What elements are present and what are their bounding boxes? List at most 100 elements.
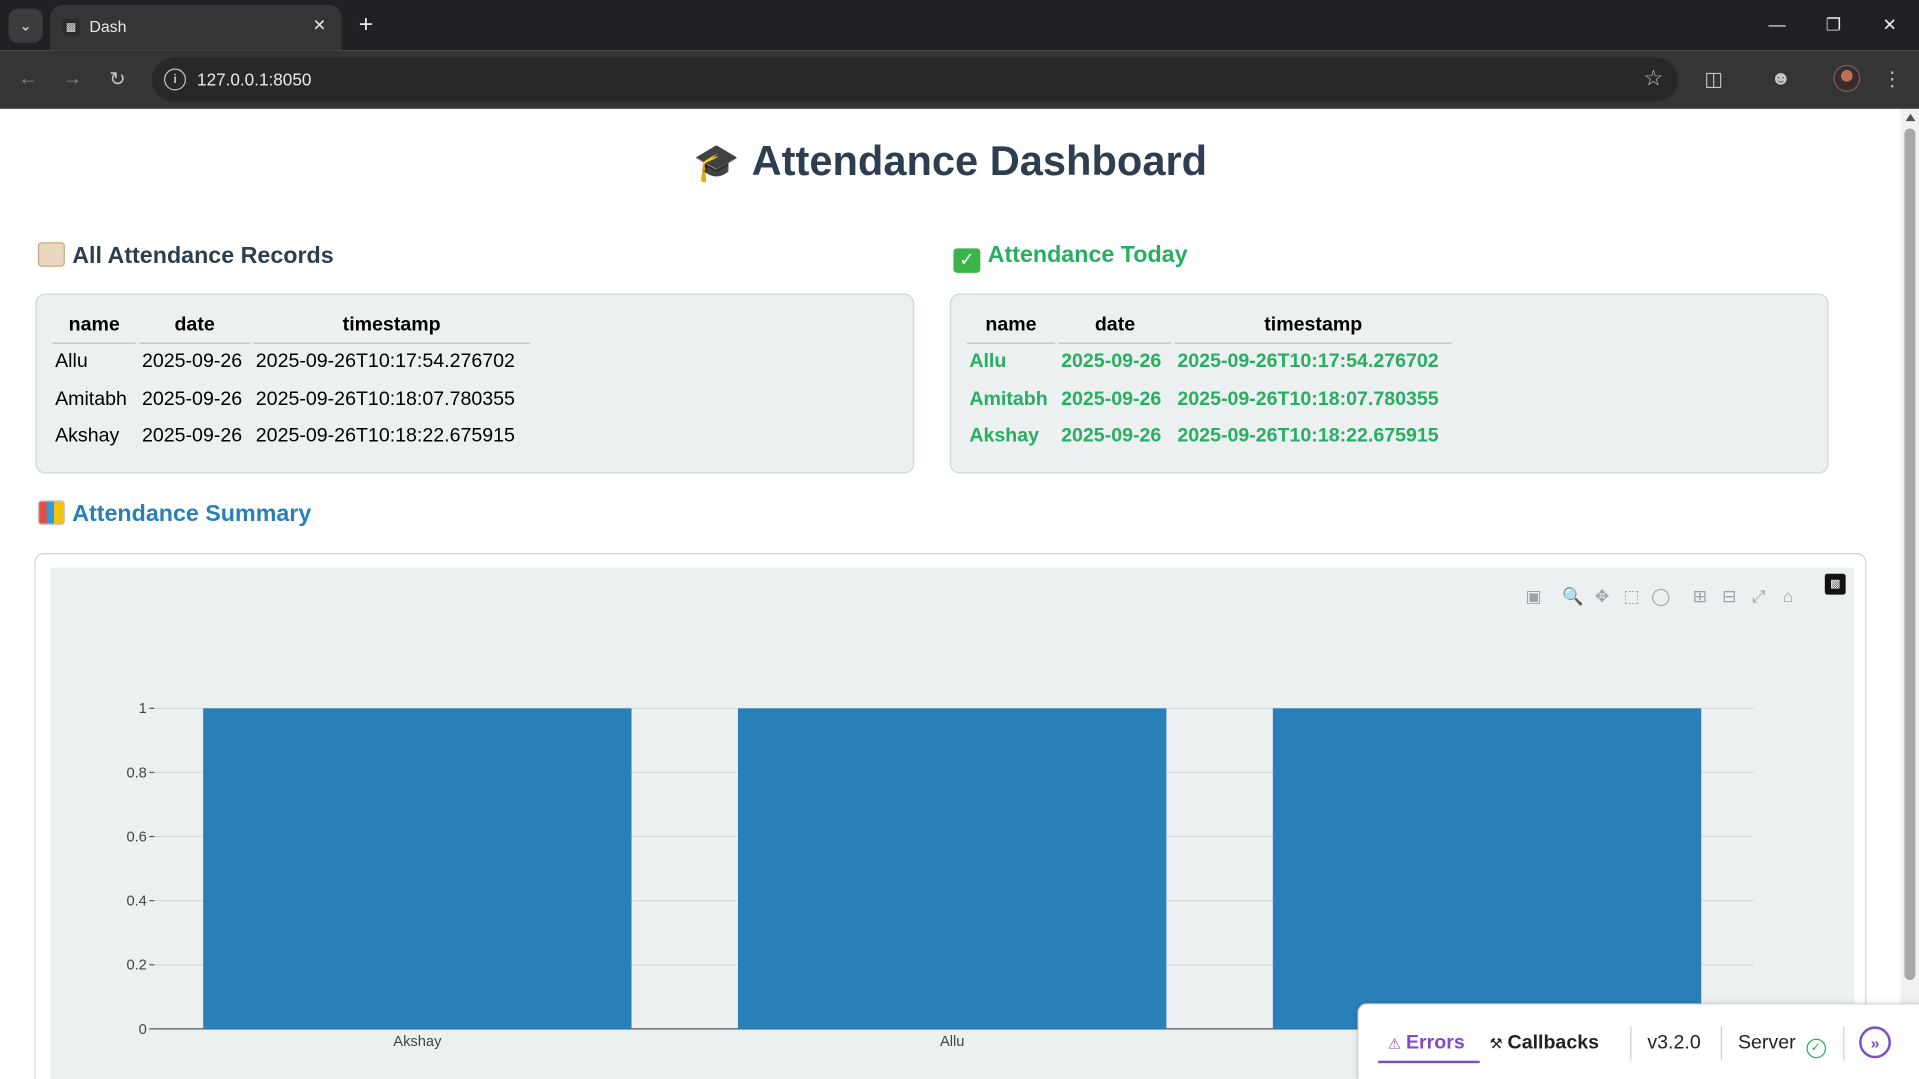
browser-toolbar: ← → ↻ i 127.0.0.1:8050 ☆ ◫ ☻ ⋮ [0, 50, 1919, 109]
server-label: Server [1737, 1032, 1796, 1054]
y-tick-label: 0.4 [126, 894, 146, 910]
cell-timestamp: 2025-09-26T10:18:22.675915 [255, 426, 515, 447]
menu-icon[interactable]: ⋮ [1876, 64, 1908, 96]
callbacks-label: Callbacks [1507, 1032, 1600, 1054]
minimize-icon[interactable]: — [1762, 10, 1791, 39]
server-status[interactable]: Server ✓ [1738, 1033, 1826, 1059]
incognito-icon[interactable]: ☻ [1765, 64, 1797, 96]
bar-allu[interactable] [738, 708, 1167, 1029]
star-icon[interactable]: ☆ [1644, 66, 1664, 92]
reload-icon[interactable]: ↻ [102, 64, 134, 96]
close-window-icon[interactable]: ✕ [1875, 10, 1904, 39]
dash-favicon-icon: ▩ [62, 18, 80, 36]
close-icon[interactable]: ✕ [307, 13, 331, 37]
collapse-debug-menu-icon[interactable]: » [1859, 1026, 1891, 1059]
screen: ⌄ ▩ Dash ✕ + — ❐ ✕ ← → ↻ i 127.0.0.1:805… [0, 0, 1919, 1079]
table-row: Allu 2025-09-26 2025-09-26T10:17:54.2767… [967, 344, 1452, 381]
callbacks-tab[interactable]: ⚒ Callbacks [1489, 1033, 1599, 1055]
page-title: 🎓 Attendance Dashboard [0, 138, 1901, 186]
page-scrollbar[interactable] [1900, 108, 1919, 1079]
errors-tab[interactable]: ⚠ Errors [1388, 1033, 1465, 1055]
page-content: 🎓 Attendance Dashboard All Attendance Rec… [0, 108, 1901, 1079]
cell-timestamp: 2025-09-26T10:17:54.276702 [255, 351, 515, 373]
y-tick-label: 1 [139, 701, 147, 717]
divider [1630, 1026, 1632, 1061]
divider [1843, 1026, 1845, 1061]
browser-tab[interactable]: ▩ Dash ✕ [50, 4, 342, 51]
back-icon[interactable]: ← [12, 64, 44, 96]
bar-amitabh[interactable] [1272, 708, 1702, 1029]
tab-search-icon[interactable]: ⌄ [8, 8, 43, 43]
cell-timestamp: 2025-09-26T10:18:07.780355 [255, 388, 515, 410]
cell-name: Amitabh [55, 388, 127, 410]
scroll-up-arrow-icon[interactable] [1905, 113, 1916, 122]
cell-date: 2025-09-26 [141, 426, 243, 447]
today-card: name date timestamp Allu 2025-09-26 2025… [949, 293, 1829, 474]
tab-title: Dash [89, 17, 127, 36]
cell-name: Allu [55, 351, 88, 373]
all-records-heading-text: All Attendance Records [72, 243, 334, 270]
y-tick-label: 0.2 [126, 958, 146, 974]
check-circle-icon: ✓ [1805, 1038, 1826, 1059]
dash-debug-menu: ⚠ Errors ⚒ Callbacks v3.2.0 Server ✓ » [1357, 1003, 1919, 1079]
column-header[interactable]: date [1058, 310, 1172, 344]
x-tick-label: Allu [940, 1034, 964, 1050]
table-row: Allu 2025-09-26 2025-09-26T10:17:54.2767… [53, 344, 530, 381]
column-header[interactable]: date [139, 310, 250, 344]
column-header[interactable]: name [52, 310, 136, 344]
today-table: name date timestamp Allu 2025-09-26 2025… [963, 310, 1455, 456]
summary-heading-text: Attendance Summary [72, 501, 312, 528]
cell-date: 2025-09-26 [1061, 426, 1162, 447]
cell-timestamp: 2025-09-26T10:17:54.276702 [1177, 351, 1439, 373]
url-text[interactable]: 127.0.0.1:8050 [197, 70, 311, 90]
tools-icon: ⚒ [1489, 1034, 1503, 1053]
extensions-icon[interactable]: ◫ [1698, 64, 1730, 96]
today-heading: ✓ Attendance Today [953, 242, 1188, 273]
cell-name: Akshay [55, 426, 120, 447]
clipboard-icon [37, 242, 65, 267]
forward-icon[interactable]: → [56, 64, 88, 96]
restore-icon[interactable]: ❐ [1819, 10, 1848, 39]
column-header[interactable]: timestamp [253, 310, 530, 344]
cell-date: 2025-09-26 [1061, 351, 1162, 373]
errors-label: Errors [1405, 1032, 1465, 1054]
page-title-text: Attendance Dashboard [751, 138, 1208, 185]
cell-timestamp: 2025-09-26T10:18:22.675915 [1177, 426, 1439, 447]
all-records-heading: All Attendance Records [37, 242, 334, 270]
bar-akshay[interactable] [203, 708, 632, 1029]
cell-date: 2025-09-26 [141, 388, 243, 410]
table-row: Amitabh 2025-09-26 2025-09-26T10:18:07.7… [53, 381, 530, 418]
bar-chart-icon [37, 500, 65, 525]
cell-date: 2025-09-26 [1061, 388, 1162, 410]
y-tick-label: 0.8 [126, 765, 146, 781]
y-tick-label: 0 [139, 1022, 147, 1038]
version-label: v3.2.0 [1647, 1032, 1701, 1054]
cell-timestamp: 2025-09-26T10:18:07.780355 [1177, 388, 1439, 410]
warning-icon: ⚠ [1387, 1034, 1402, 1053]
divider [1720, 1026, 1723, 1061]
profile-avatar[interactable] [1833, 64, 1861, 92]
all-records-card: name date timestamp Allu 2025-09-26 2025… [35, 293, 915, 474]
column-header[interactable]: timestamp [1174, 310, 1452, 344]
check-mark-icon: ✓ [953, 248, 981, 273]
table-row: Akshay 2025-09-26 2025-09-26T10:18:22.67… [53, 418, 530, 455]
summary-heading: Attendance Summary [37, 500, 312, 528]
cell-name: Akshay [969, 426, 1039, 447]
plus-icon[interactable]: + [351, 10, 380, 39]
x-tick-label: Akshay [393, 1034, 442, 1050]
summary-graph-card: ▣ 🔍 ✥ ⬚ ◯ ⊞ ⊟ ⤢ ⌂ ▩ 0 0.2 0.4 0.6 0.8 1 Akshay… [34, 552, 1867, 1079]
all-records-table: name date timestamp Allu 2025-09-26 2025… [49, 310, 534, 456]
cell-date: 2025-09-26 [141, 351, 243, 373]
scroll-thumb[interactable] [1904, 128, 1916, 980]
errors-tab-underline [1378, 1060, 1480, 1064]
address-bar[interactable]: i 127.0.0.1:8050 ☆ [151, 57, 1678, 102]
cell-name: Allu [969, 351, 1007, 373]
table-row: Amitabh 2025-09-26 2025-09-26T10:18:07.7… [967, 381, 1452, 418]
column-header[interactable]: name [966, 310, 1056, 344]
site-info-icon[interactable]: i [164, 68, 187, 91]
table-row: Akshay 2025-09-26 2025-09-26T10:18:22.67… [967, 418, 1452, 455]
graduation-cap-icon: 🎓 [693, 143, 740, 184]
today-heading-text: Attendance Today [987, 242, 1188, 268]
tab-strip: ⌄ ▩ Dash ✕ + — ❐ ✕ [0, 0, 1919, 51]
y-tick-label: 0.6 [126, 829, 146, 845]
